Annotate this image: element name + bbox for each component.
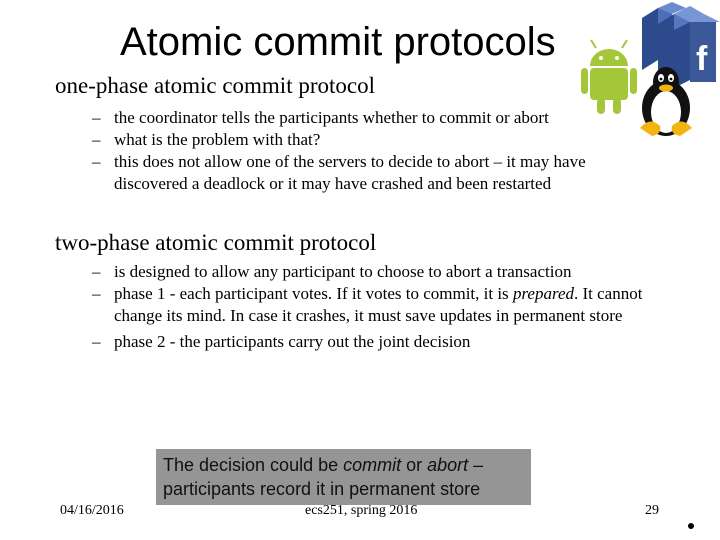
dash: –	[92, 130, 101, 149]
section-heading-two-phase: two-phase atomic commit protocol	[55, 230, 377, 255]
footer-date: 04/16/2016	[60, 503, 124, 518]
bullet-item: – this does not allow one of the servers …	[92, 151, 629, 195]
svg-text:f: f	[696, 40, 708, 78]
bullet-item: – phase 1 - each participant votes. If it…	[92, 283, 659, 327]
bullet-text-italic: prepared	[512, 284, 574, 303]
dash: –	[92, 152, 101, 171]
footer-page-number: 29	[645, 503, 659, 518]
dash: –	[92, 262, 101, 281]
slide-title: Atomic commit protocols	[120, 20, 556, 64]
bullet-text: is designed to allow any participant to …	[114, 262, 572, 281]
bullet-item: – what is the problem with that?	[92, 129, 632, 151]
dash: –	[92, 284, 101, 303]
bullet-item: – is designed to allow any participant to…	[92, 261, 662, 283]
callout-line-1: The decision could be commit or abort –	[163, 453, 531, 477]
bullet-text-before: phase 1 - each participant votes. If it …	[114, 284, 513, 303]
callout-italic-commit: commit	[343, 455, 402, 475]
bullet-text: phase 2 - the participants carry out the…	[114, 332, 471, 351]
android-icon	[581, 39, 637, 114]
bullet-dot	[688, 523, 694, 529]
callout-box: The decision could be commit or abort – …	[156, 449, 531, 505]
bullet-text: what is the problem with that?	[114, 130, 321, 149]
dash: –	[92, 108, 101, 127]
bullet-item: – the coordinator tells the participants …	[92, 107, 632, 129]
callout-text: –	[468, 455, 484, 475]
bullet-item: – phase 2 - the participants carry out th…	[92, 331, 662, 353]
one-phase-bullets: – the coordinator tells the participants …	[92, 107, 632, 195]
callout-text: The decision could be	[163, 455, 344, 475]
section-heading-one-phase: one-phase atomic commit protocol	[55, 73, 375, 98]
two-phase-bullets: – is designed to allow any participant to…	[92, 261, 662, 353]
callout-italic-abort: abort	[427, 455, 469, 475]
dash: –	[92, 332, 101, 351]
facebook-icon: f	[642, 2, 720, 88]
callout-line-2: participants record it in permanent stor…	[163, 479, 481, 499]
bullet-text: this does not allow one of the servers t…	[114, 152, 586, 193]
bullet-text: the coordinator tells the participants w…	[114, 108, 549, 127]
callout-text: or	[401, 455, 428, 475]
